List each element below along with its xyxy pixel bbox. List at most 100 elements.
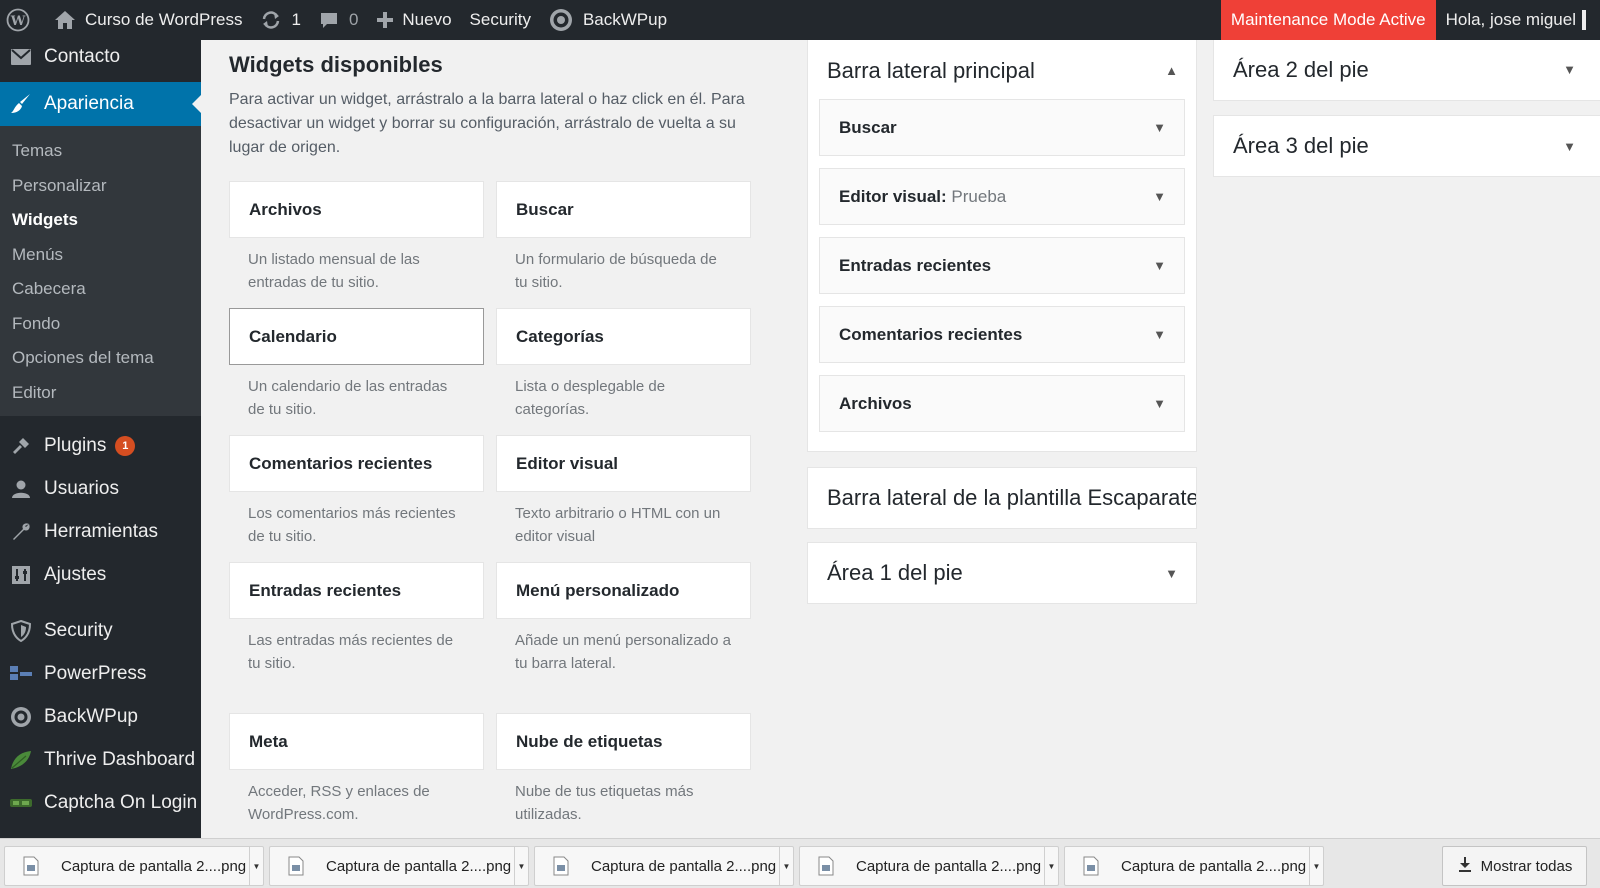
- captcha-icon: [10, 792, 32, 814]
- download-filename: Captura de pantalla 2....png: [61, 857, 247, 875]
- expand-arrow-down-icon[interactable]: ▼: [1563, 139, 1576, 154]
- widget-title-bar[interactable]: Calendario: [229, 308, 484, 365]
- download-item[interactable]: Captura de pantalla 2....png ▼: [269, 846, 529, 886]
- widget-description: Acceder, RSS y enlaces de WordPress.com.: [248, 783, 430, 823]
- new-content-link[interactable]: Nuevo: [367, 0, 460, 40]
- widget-nube-de-etiquetas: Nube de etiquetas Nube de tus etiquetas …: [496, 713, 751, 838]
- placed-widget-entradas-recientes[interactable]: Entradas recientes ▼: [819, 237, 1185, 294]
- download-menu-arrow-icon[interactable]: ▼: [779, 847, 793, 885]
- backwpup-icon: [549, 8, 573, 32]
- submenu-opciones-tema[interactable]: Opciones del tema: [0, 341, 201, 376]
- placed-widget-comentarios-recientes[interactable]: Comentarios recientes ▼: [819, 306, 1185, 363]
- security-link[interactable]: Security: [461, 0, 540, 40]
- menu-powerpress[interactable]: PowerPress: [0, 652, 201, 695]
- expand-arrow-down-icon[interactable]: ▼: [1563, 62, 1576, 77]
- updates-link[interactable]: 1: [251, 0, 309, 40]
- widget-title-bar[interactable]: Entradas recientes: [229, 562, 484, 619]
- widget-title: Calendario: [249, 326, 337, 346]
- widget-description: Lista o desplegable de categorías.: [515, 378, 666, 418]
- sidebar-header[interactable]: Barra lateral principal ▲: [808, 40, 1196, 99]
- menu-thrive-dashboard[interactable]: Thrive Dashboard: [0, 738, 201, 781]
- expand-arrow-down-icon[interactable]: ▼: [1153, 189, 1166, 204]
- sidebar-title: Área 2 del pie: [1233, 56, 1369, 82]
- comments-link[interactable]: 0: [310, 0, 367, 40]
- expand-arrow-down-icon[interactable]: ▼: [1153, 396, 1166, 411]
- sidebar-header[interactable]: Área 1 del pie ▼: [808, 543, 1196, 603]
- widget-title-bar[interactable]: Comentarios recientes: [229, 435, 484, 492]
- submenu-cabecera[interactable]: Cabecera: [0, 272, 201, 307]
- backwpup-icon: [10, 706, 32, 728]
- menu-backwpup[interactable]: BackWPup: [0, 695, 201, 738]
- placed-widget-title: Buscar: [839, 117, 897, 137]
- download-item[interactable]: Captura de pantalla 2....png ▼: [4, 846, 264, 886]
- widget-title: Meta: [249, 731, 288, 751]
- menu-apariencia[interactable]: Apariencia: [0, 82, 201, 126]
- sidebar-barra-lateral-principal: Barra lateral principal ▲ Buscar ▼ Edito…: [807, 40, 1197, 452]
- widget-title-bar[interactable]: Nube de etiquetas: [496, 713, 751, 770]
- submenu-widgets[interactable]: Widgets: [0, 203, 201, 238]
- widget-description: Un listado mensual de las entradas de tu…: [248, 251, 420, 291]
- widget-title-bar[interactable]: Buscar: [496, 181, 751, 238]
- menu-label: Captcha On Login: [44, 791, 198, 813]
- widget-title-bar[interactable]: Editor visual: [496, 435, 751, 492]
- download-menu-arrow-icon[interactable]: ▼: [514, 847, 528, 885]
- menu-contacto[interactable]: Contacto: [0, 40, 201, 74]
- expand-arrow-down-icon[interactable]: ▼: [1153, 327, 1166, 342]
- placed-widget-archivos[interactable]: Archivos ▼: [819, 375, 1185, 432]
- widget-title: Categorías: [516, 326, 604, 346]
- download-menu-arrow-icon[interactable]: ▼: [249, 847, 263, 885]
- security-label: Security: [469, 10, 531, 29]
- download-item[interactable]: Captura de pantalla 2....png ▼: [1064, 846, 1324, 886]
- submenu-menus[interactable]: Menús: [0, 238, 201, 273]
- user-account-menu[interactable]: Hola, jose miguel: [1436, 0, 1600, 40]
- download-icon: [1457, 856, 1473, 876]
- widget-title-bar[interactable]: Archivos: [229, 181, 484, 238]
- download-filename: Captura de pantalla 2....png: [326, 857, 512, 875]
- download-item[interactable]: Captura de pantalla 2....png ▼: [799, 846, 1059, 886]
- plugins-update-badge: 1: [115, 436, 136, 456]
- submenu-fondo[interactable]: Fondo: [0, 307, 201, 342]
- available-widgets-column-right: Buscar Un formulario de búsqueda de tu s…: [496, 181, 751, 838]
- file-icon: [814, 854, 838, 878]
- widget-title-bar[interactable]: Menú personalizado: [496, 562, 751, 619]
- widget-title-bar[interactable]: Categorías: [496, 308, 751, 365]
- placed-widget-title: Archivos: [839, 393, 912, 413]
- download-item[interactable]: Captura de pantalla 2....png ▼: [534, 846, 794, 886]
- placed-widget-editor-visual[interactable]: Editor visual: Prueba ▼: [819, 168, 1185, 225]
- menu-captcha-on-login[interactable]: Captcha On Login: [0, 781, 201, 824]
- avatar: [1582, 10, 1586, 30]
- sidebar-area-2-pie[interactable]: Área 2 del pie ▼: [1213, 40, 1600, 101]
- widget-description: Las entradas más recientes de tu sitio.: [248, 632, 454, 672]
- sidebar-header[interactable]: Área 2 del pie ▼: [1214, 40, 1600, 99]
- sidebar-plantilla-escaparate[interactable]: Barra lateral de la plantilla Escaparate: [807, 467, 1197, 529]
- sidebar-area-3-pie[interactable]: Área 3 del pie ▼: [1213, 115, 1600, 177]
- site-name-link[interactable]: Curso de WordPress: [45, 0, 251, 40]
- sidebar-header[interactable]: Barra lateral de la plantilla Escaparate: [808, 468, 1196, 528]
- expand-arrow-down-icon[interactable]: ▼: [1153, 258, 1166, 273]
- maintenance-mode-indicator[interactable]: Maintenance Mode Active: [1220, 0, 1436, 40]
- sidebar-title: Barra lateral principal: [827, 57, 1035, 83]
- updates-count: 1: [291, 10, 301, 29]
- widget-title-bar[interactable]: Meta: [229, 713, 484, 770]
- menu-ajustes[interactable]: Ajustes: [0, 553, 201, 596]
- menu-herramientas[interactable]: Herramientas: [0, 510, 201, 553]
- sidebar-area-1-pie[interactable]: Área 1 del pie ▼: [807, 542, 1197, 604]
- widgets-page: Widgets disponibles Para activar un widg…: [201, 40, 1600, 838]
- backwpup-link[interactable]: BackWPup: [540, 0, 676, 40]
- submenu-personalizar[interactable]: Personalizar: [0, 169, 201, 204]
- wordpress-logo-icon[interactable]: W: [0, 0, 39, 40]
- expand-arrow-down-icon[interactable]: ▼: [1153, 120, 1166, 135]
- menu-usuarios[interactable]: Usuarios: [0, 468, 201, 510]
- menu-security[interactable]: Security: [0, 609, 201, 652]
- show-all-downloads-button[interactable]: Mostrar todas: [1442, 846, 1587, 886]
- menu-plugins[interactable]: Plugins 1: [0, 424, 201, 468]
- download-menu-arrow-icon[interactable]: ▼: [1309, 847, 1323, 885]
- submenu-editor[interactable]: Editor: [0, 376, 201, 411]
- submenu-temas[interactable]: Temas: [0, 134, 201, 169]
- sidebar-header[interactable]: Área 3 del pie ▼: [1214, 116, 1600, 176]
- user-icon: [10, 478, 32, 500]
- download-menu-arrow-icon[interactable]: ▼: [1044, 847, 1058, 885]
- expand-arrow-down-icon[interactable]: ▼: [1165, 566, 1178, 581]
- collapse-arrow-up-icon[interactable]: ▲: [1165, 63, 1178, 78]
- placed-widget-buscar[interactable]: Buscar ▼: [819, 99, 1185, 156]
